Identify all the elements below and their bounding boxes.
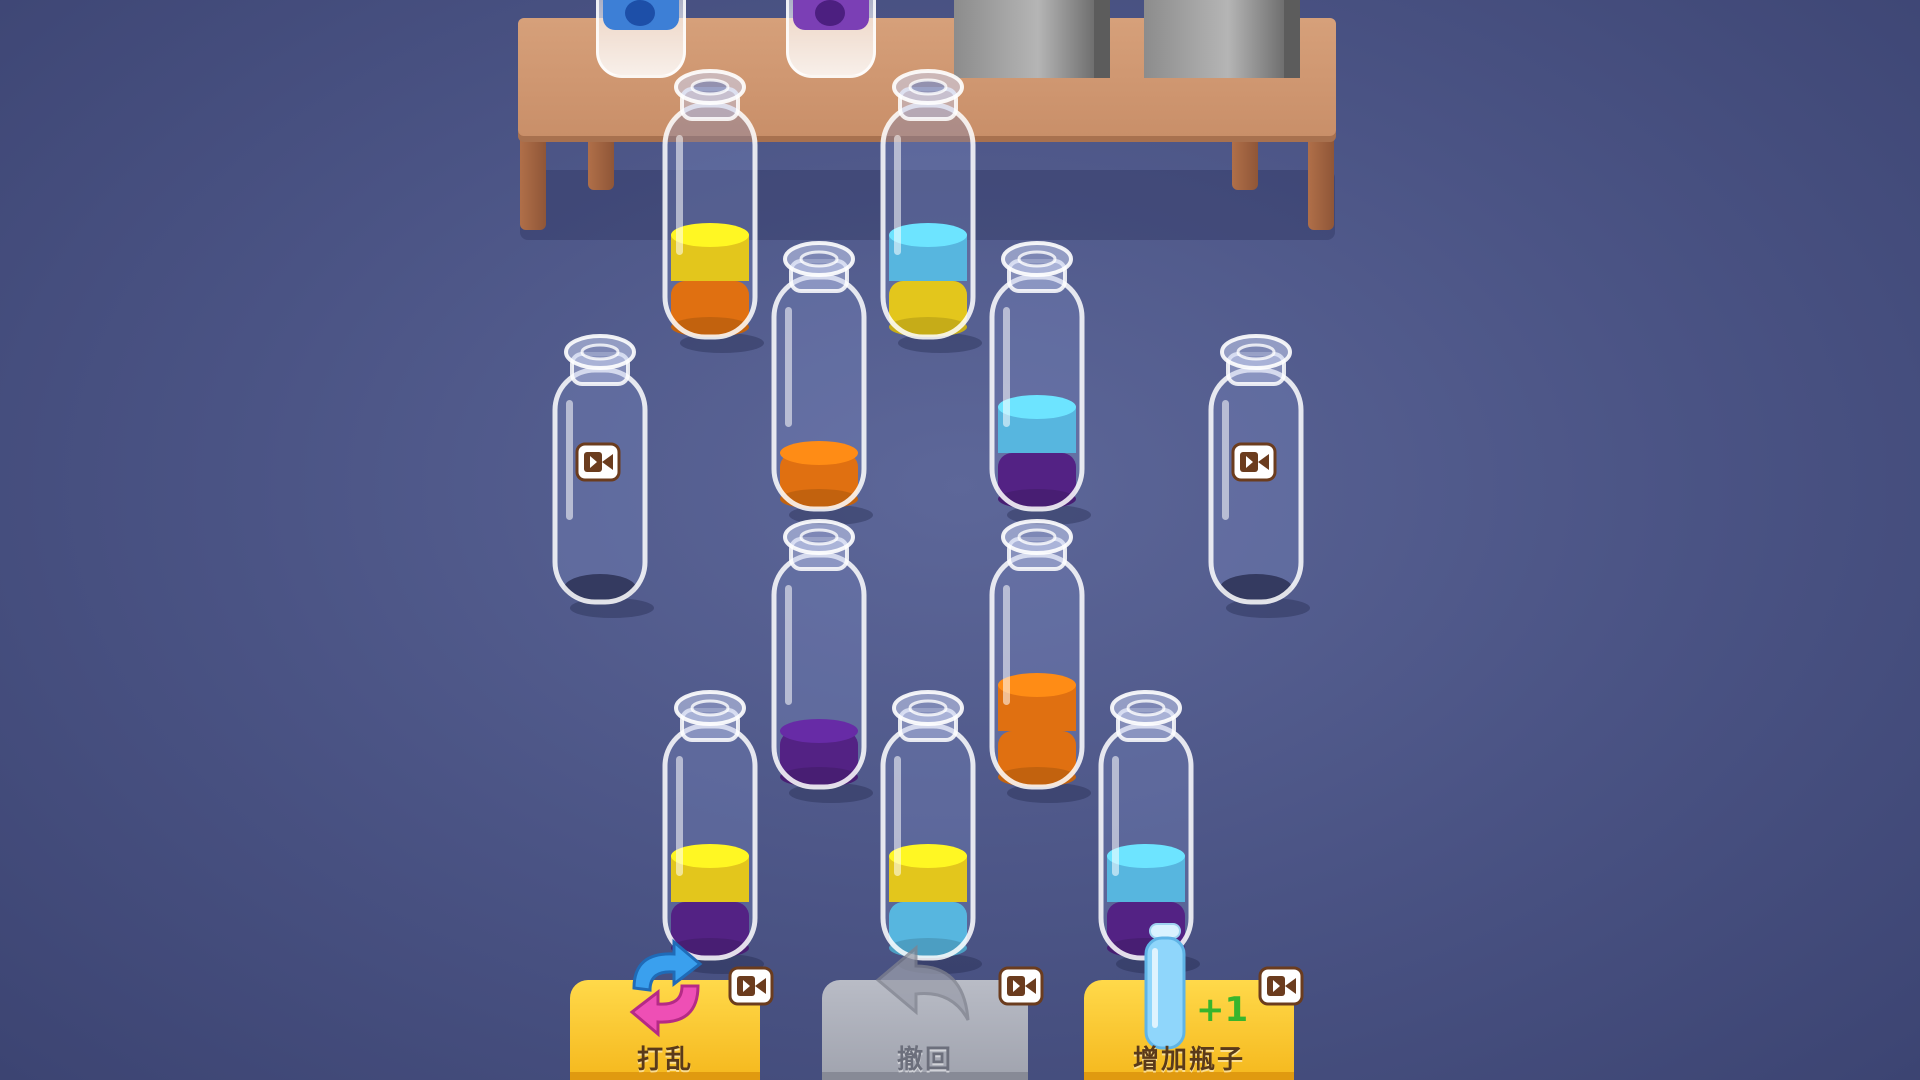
shuffle-label: 打乱 (636, 1045, 693, 1075)
liquid-bottom (671, 317, 749, 337)
liquid-bottom (998, 767, 1076, 787)
liquid-bottom (998, 489, 1076, 509)
bottle-opening (1236, 343, 1276, 361)
bottle-glass (771, 519, 873, 803)
glass-highlight (1003, 585, 1010, 705)
bottle-opening (1126, 699, 1166, 717)
glass-highlight (676, 756, 683, 876)
shuffle-button[interactable]: 打乱 (570, 938, 774, 1080)
liquid-bottom (780, 489, 858, 509)
bottle-glass (771, 241, 873, 525)
game-scene: 打乱 撤回 +1 增加瓶子 (0, 0, 1920, 1080)
shuffle-arrows-icon (629, 938, 703, 1038)
glass-highlight (785, 307, 792, 427)
glass-highlight (676, 135, 683, 255)
bottle-opening (799, 250, 839, 268)
bottle-glass (880, 690, 982, 974)
bottle-opening (580, 343, 620, 361)
video-ad-icon (1258, 966, 1304, 1006)
bottle[interactable] (987, 515, 1091, 805)
table-leg (520, 130, 546, 230)
liquid-surface (780, 719, 858, 743)
bottle-glass (880, 69, 982, 353)
bottle[interactable] (660, 65, 764, 355)
glass-highlight (1003, 307, 1010, 427)
bottle-opening (1017, 528, 1057, 546)
undo-arrow-icon (875, 944, 970, 1021)
bottle[interactable] (987, 237, 1091, 527)
bottle-opening (690, 78, 730, 96)
bottle-opening (690, 699, 730, 717)
video-ad-icon[interactable] (574, 442, 622, 482)
undo-button[interactable]: 撤回 (822, 944, 1044, 1080)
grape-cup[interactable] (786, 0, 876, 78)
glass-highlight (894, 135, 901, 255)
grape-icon (815, 0, 845, 26)
glass-highlight (566, 400, 573, 520)
bottle[interactable] (1206, 330, 1310, 620)
bottle-glass (989, 519, 1091, 803)
liquid-bottom (889, 317, 967, 337)
add-bottle-button[interactable]: +1 增加瓶子 (1084, 923, 1304, 1080)
undo-label: 撤回 (896, 1045, 953, 1075)
bottle-glass (662, 69, 764, 353)
bottle-opening (1017, 250, 1057, 268)
video-ad-icon (998, 966, 1044, 1006)
glass-highlight (894, 756, 901, 876)
bottle-opening (799, 528, 839, 546)
locked-box[interactable] (1144, 0, 1300, 78)
add-bottle-label: 增加瓶子 (1132, 1045, 1245, 1075)
box-side (1094, 0, 1110, 78)
liquid-bottom (780, 767, 858, 787)
bottle-opening (908, 699, 948, 717)
glass-highlight (1222, 400, 1229, 520)
bottle[interactable] (878, 65, 982, 355)
glass-highlight (785, 585, 792, 705)
blueberry-icon (625, 0, 655, 26)
bottle[interactable] (769, 237, 873, 527)
liquid-surface (780, 441, 858, 465)
bottle[interactable] (769, 515, 873, 805)
box-side (1284, 0, 1300, 78)
table-leg (1308, 130, 1334, 230)
bottle[interactable] (878, 686, 982, 976)
bottle[interactable] (660, 686, 764, 976)
glass-highlight (1112, 756, 1119, 876)
bottle-icon (1144, 923, 1186, 1050)
bottle-glass (989, 241, 1091, 525)
bottle[interactable] (550, 330, 654, 620)
bottle-glass (662, 690, 764, 974)
video-ad-icon (728, 966, 774, 1006)
plus-one-badge: +1 (1196, 990, 1249, 1030)
video-ad-icon[interactable] (1230, 442, 1278, 482)
bottle-opening (908, 78, 948, 96)
